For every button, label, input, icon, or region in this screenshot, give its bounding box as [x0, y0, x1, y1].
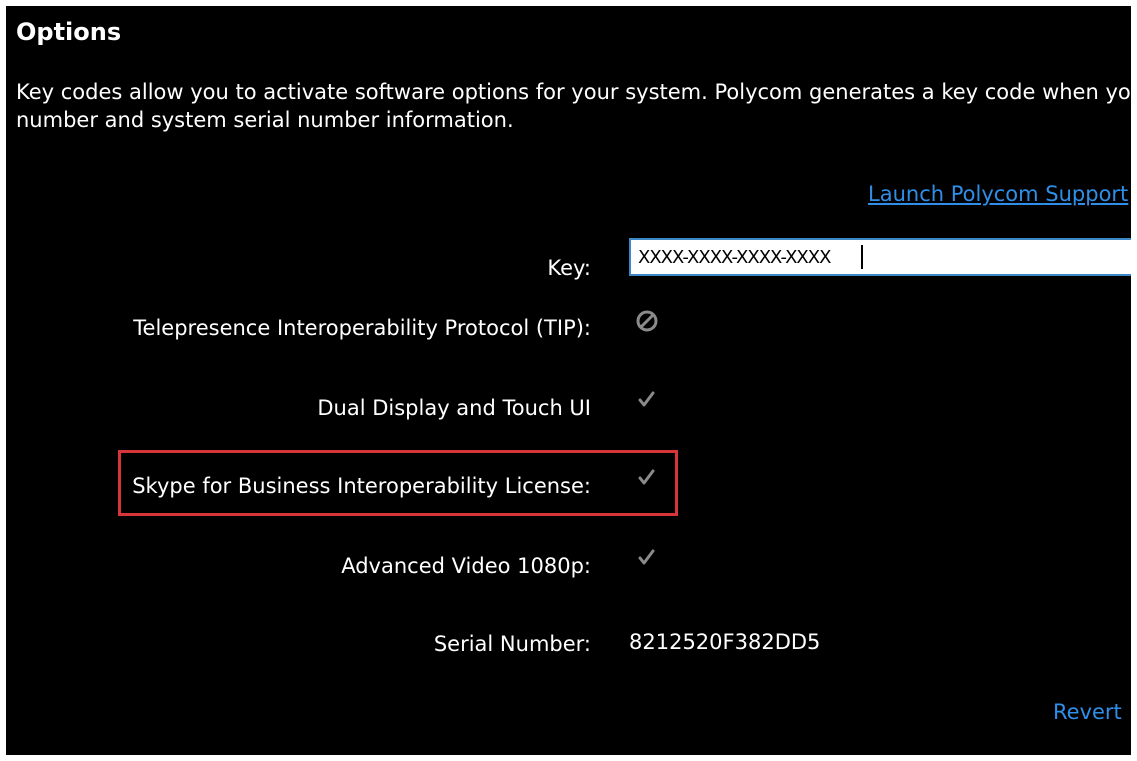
option-label-tip: Telepresence Interoperability Protocol (…: [133, 316, 591, 340]
launch-support-link[interactable]: Launch Polycom Support: [868, 182, 1128, 206]
serial-number-value: 8212520F382DD5: [629, 630, 821, 654]
intro-line-1: Key codes allow you to activate software…: [16, 80, 1131, 104]
serial-number-label: Serial Number:: [433, 632, 591, 656]
key-input[interactable]: [629, 238, 1131, 276]
option-label-advanced-video: Advanced Video 1080p:: [341, 554, 591, 578]
option-label-dual-display: Dual Display and Touch UI: [317, 396, 591, 420]
intro-text: Key codes allow you to activate software…: [16, 78, 1131, 134]
key-label: Key:: [547, 256, 591, 280]
revert-button[interactable]: Revert: [1053, 700, 1122, 724]
checkmark-icon: [638, 391, 655, 407]
text-caret: [861, 245, 863, 269]
intro-line-2: number and system serial number informat…: [16, 108, 514, 132]
options-screen: Options Key codes allow you to activate …: [6, 6, 1131, 755]
disabled-icon: [636, 310, 658, 332]
option-label-skype: Skype for Business Interoperability Lice…: [132, 474, 591, 498]
checkmark-icon: [638, 549, 655, 565]
page-title: Options: [16, 18, 122, 46]
checkmark-icon: [638, 469, 655, 485]
